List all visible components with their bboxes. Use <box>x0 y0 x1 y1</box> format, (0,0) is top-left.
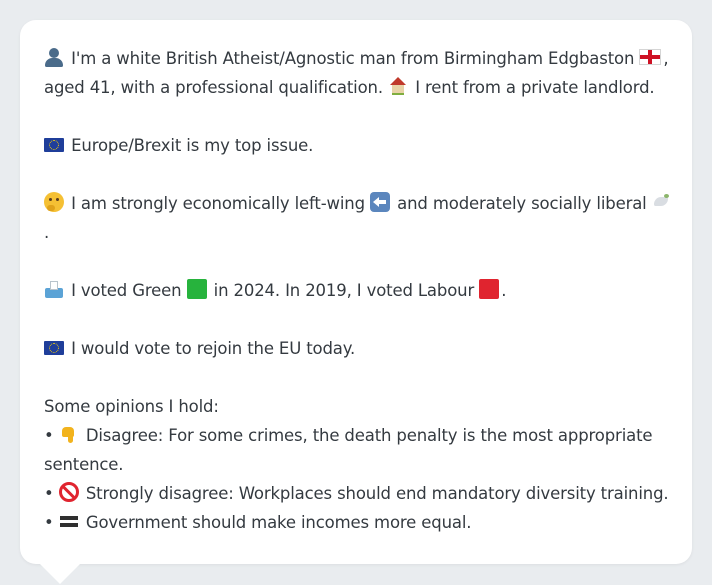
eu-flag-icon <box>44 341 64 355</box>
red-square-icon <box>479 279 500 299</box>
dove-icon <box>652 192 672 212</box>
prohibited-icon <box>58 482 79 502</box>
thinking-face-icon <box>44 192 64 212</box>
left-arrow-icon <box>370 192 391 212</box>
bubble-tail <box>40 564 80 584</box>
message-bubble: I'm a white British Atheist/Agnostic man… <box>20 20 692 564</box>
england-flag-icon <box>639 49 662 65</box>
equals-icon <box>59 511 79 531</box>
opinions-heading: Some opinions I hold: <box>44 397 219 416</box>
thumbs-down-icon <box>59 424 79 444</box>
eu-flag-icon <box>44 138 64 152</box>
ballot-box-icon <box>44 279 64 299</box>
rejoin-line: I would vote to rejoin the EU today. <box>44 334 674 363</box>
green-square-icon <box>186 279 207 299</box>
vote-history-line: I voted Green in 2024. In 2019, I voted … <box>44 276 674 305</box>
profile-text: I'm a white British Atheist/Agnostic man… <box>44 44 674 537</box>
intro-paragraph: I'm a white British Atheist/Agnostic man… <box>44 47 669 97</box>
opinion-item: • Government should make incomes more eq… <box>44 511 472 532</box>
top-issue-line: Europe/Brexit is my top issue. <box>44 131 674 160</box>
economics-line: I am strongly economically left-wing and… <box>44 189 674 247</box>
opinion-item: • Strongly disagree: Workplaces should e… <box>44 482 669 503</box>
opinion-item: • Disagree: For some crimes, the death p… <box>44 424 653 474</box>
house-icon <box>388 76 408 96</box>
person-silhouette-icon <box>44 47 64 67</box>
